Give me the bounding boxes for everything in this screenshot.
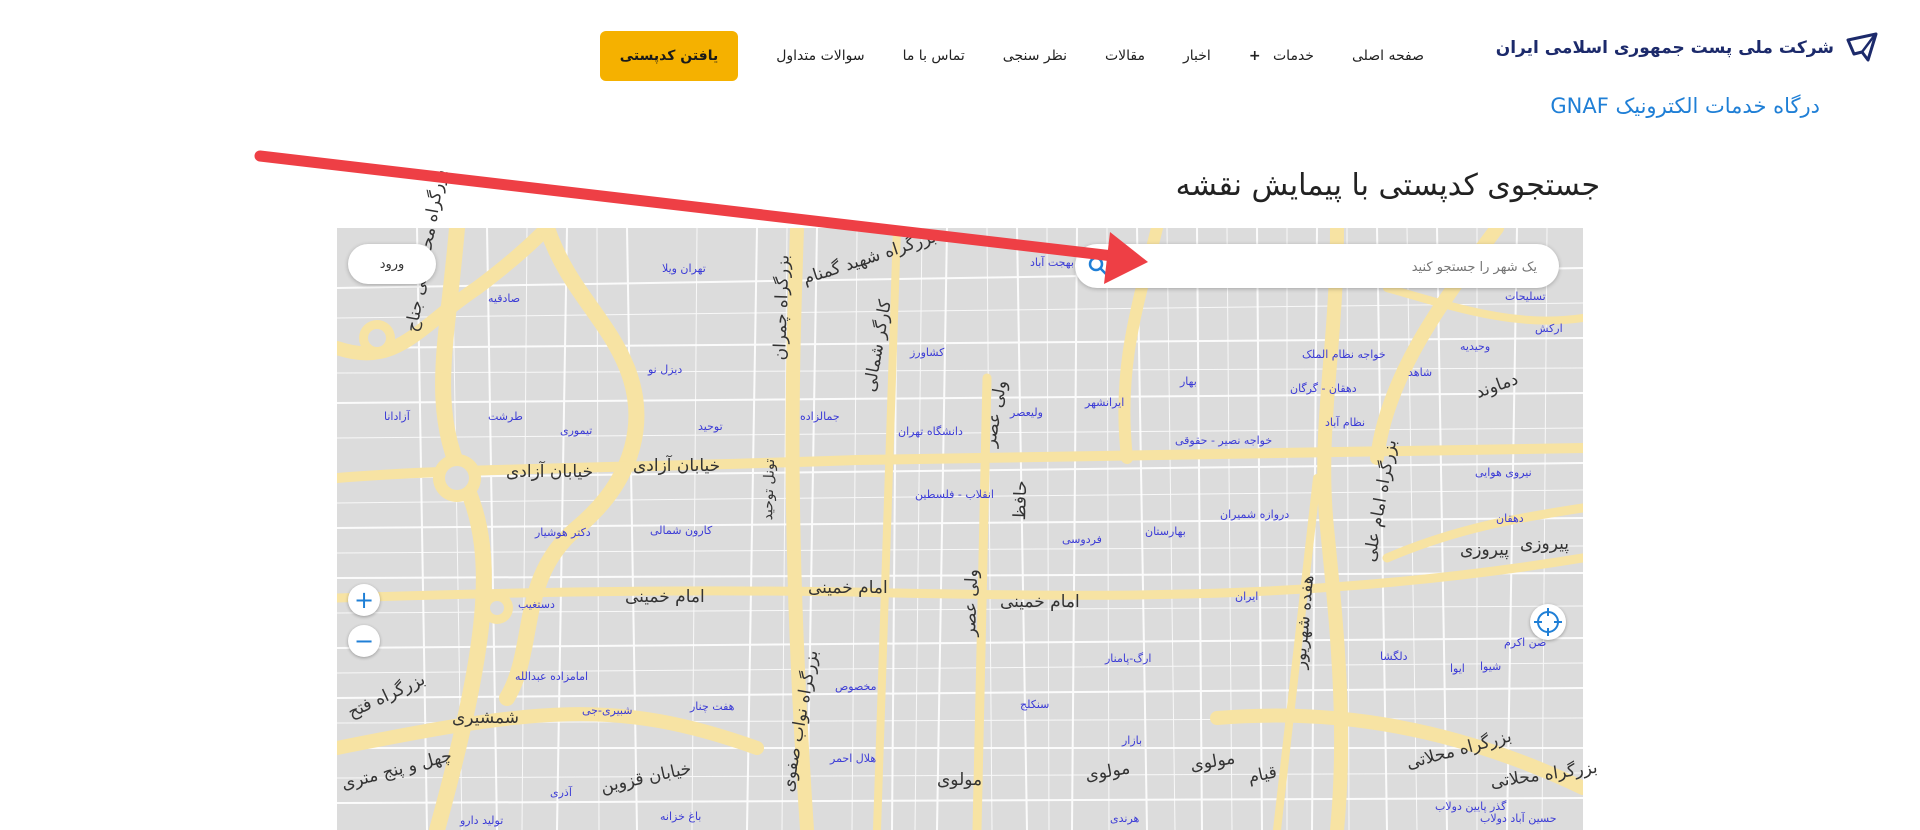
city-search-box — [1075, 244, 1559, 290]
place-label: آذری — [550, 786, 572, 799]
place-label: حسین آباد دولاب — [1480, 812, 1557, 825]
map-canvas[interactable] — [337, 228, 1583, 830]
place-label: دهقان - گرگان — [1290, 382, 1357, 395]
place-label: امامزاده عبدالله — [515, 670, 589, 683]
site-logo[interactable]: شرکت ملی پست جمهوری اسلامی ایران — [1496, 30, 1880, 66]
crosshair-icon — [1534, 608, 1562, 636]
place-label: دیزل نو — [648, 363, 683, 376]
place-label: هلال احمر — [830, 752, 877, 765]
place-label: هرندی — [1110, 812, 1140, 825]
place-label: تیموری — [560, 424, 593, 437]
place-label: بهار — [1180, 375, 1197, 388]
place-label: ولیعصر — [1010, 406, 1043, 419]
street-label: بزرگراه چمران — [770, 254, 794, 361]
map-roads — [337, 228, 1583, 830]
place-label: خواجه نصیر - حقوقی — [1175, 434, 1273, 447]
street-label: ولی عصر — [960, 568, 983, 637]
place-label: فردوسی — [1062, 533, 1102, 546]
main-nav: صفحه اصلی خدمات + اخبار مقالات نظر سنجی … — [524, 31, 1424, 81]
place-label: ارکش — [1535, 322, 1563, 335]
street-label: امام خمینی — [808, 578, 888, 598]
place-label: دانشگاه تهران — [898, 425, 963, 438]
street-label: پیروزی — [1520, 534, 1569, 554]
place-label: بهجت آباد — [1030, 256, 1074, 269]
search-icon[interactable] — [1087, 255, 1109, 277]
place-label: شبیری-جی — [582, 704, 633, 717]
place-label: بازار — [1122, 734, 1143, 747]
place-label: وحیدیه — [1460, 340, 1491, 353]
street-label: پیروزی — [1460, 540, 1509, 560]
street-label: امام خمینی — [625, 587, 705, 607]
nav-contact[interactable]: تماس با ما — [903, 48, 965, 64]
nav-faq[interactable]: سوالات متداول — [776, 48, 864, 64]
plus-icon: + — [1248, 48, 1261, 64]
zoom-in-button[interactable]: + — [348, 584, 380, 616]
place-label: خواجه نظام الملک — [1302, 348, 1386, 361]
place-label: ایرانشهر — [1085, 396, 1125, 409]
street-label: تونل توحید — [760, 458, 779, 521]
place-label: صادقیه — [488, 292, 521, 305]
find-postcode-button[interactable]: یافتن کدپستی — [599, 31, 739, 81]
place-label: آزادانا — [384, 410, 410, 423]
zoom-out-button[interactable]: − — [348, 625, 380, 657]
place-label: تسلیحات — [1505, 290, 1546, 303]
place-label: کشاورز — [910, 346, 945, 359]
place-label: طرشت — [488, 410, 523, 423]
nav-home[interactable]: صفحه اصلی — [1352, 48, 1424, 64]
city-search-input[interactable] — [1115, 244, 1539, 290]
place-label: تهران ویلا — [662, 262, 706, 275]
street-label: مولوی — [937, 770, 983, 790]
place-label: شیوا — [1480, 660, 1502, 673]
nav-services[interactable]: خدمات + — [1249, 48, 1314, 64]
place-label: هفت چنار — [690, 700, 735, 713]
my-location-button[interactable] — [1530, 604, 1566, 640]
place-label: نظام آباد — [1325, 416, 1366, 429]
portal-subtitle: درگاه خدمات الکترونیک GNAF — [1550, 94, 1820, 118]
place-label: دروازه شمیران — [1220, 508, 1290, 521]
place-label: ایران — [1235, 590, 1259, 603]
street-label: امام خمینی — [1000, 592, 1080, 612]
place-label: کارون شمالی — [650, 524, 713, 537]
street-label: خیابان آزادی — [506, 462, 594, 482]
place-label: دکتر هوشیار — [535, 526, 591, 539]
place-label: تولید دارو — [460, 814, 504, 827]
street-label: حافظ — [1010, 480, 1032, 521]
place-label: شاهد — [1408, 366, 1433, 379]
place-label: ارگ-پامنار — [1105, 652, 1152, 665]
nav-survey[interactable]: نظر سنجی — [1003, 48, 1067, 64]
street-label: خیابان آزادی — [633, 456, 721, 476]
place-label: دلگشا — [1380, 650, 1408, 663]
place-label: ایوا — [1450, 662, 1465, 675]
street-label: شمشیری — [452, 708, 520, 728]
post-bird-icon — [1846, 32, 1878, 62]
logo-text: شرکت ملی پست جمهوری اسلامی ایران — [1495, 38, 1834, 58]
place-label: بهارستان — [1145, 525, 1186, 538]
place-label: توحید — [698, 420, 723, 433]
place-label: باغ خزانه — [660, 810, 702, 823]
place-label: جمالزاده — [800, 410, 840, 423]
nav-articles[interactable]: مقالات — [1105, 48, 1145, 64]
place-label: انقلاب - فلسطین — [915, 488, 994, 501]
place-label: سنکلج — [1020, 698, 1050, 711]
nav-services-label: خدمات — [1273, 48, 1314, 64]
place-label: دستغیب — [518, 598, 555, 611]
page-title: جستجوی کدپستی با پیمایش نقشه — [1175, 168, 1600, 203]
login-button[interactable]: ورود — [348, 244, 436, 284]
nav-news[interactable]: اخبار — [1183, 48, 1211, 64]
place-label: نیروی هوایی — [1475, 466, 1532, 479]
site-header: شرکت ملی پست جمهوری اسلامی ایران درگاه خ… — [0, 0, 1920, 118]
place-label: دهقان — [1496, 512, 1524, 525]
place-label: مخصوص — [835, 680, 877, 693]
